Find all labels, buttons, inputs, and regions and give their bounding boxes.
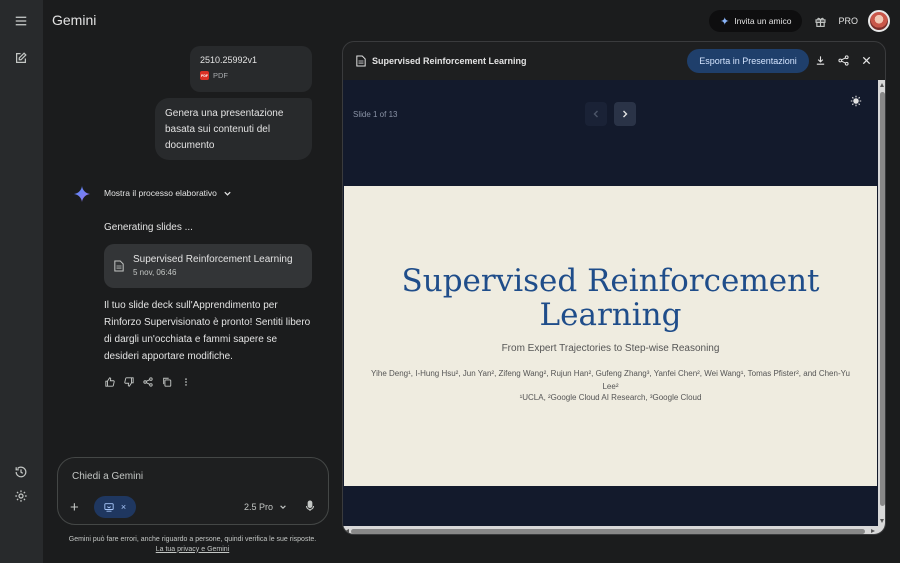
close-icon[interactable] bbox=[860, 54, 873, 67]
previous-slide-button[interactable] bbox=[585, 102, 607, 126]
prompt-input[interactable]: Chiedi a Gemini bbox=[72, 471, 143, 482]
disclaimer-text: Gemini può fare errori, anche riguardo a… bbox=[68, 536, 317, 543]
chevron-right-icon bbox=[623, 110, 628, 118]
slide-counter: Slide 1 of 13 bbox=[353, 110, 398, 119]
slide-deck-card[interactable]: Supervised Reinforcement Learning 5 nov,… bbox=[104, 244, 312, 288]
slide-preview: Supervised Reinforcement Learning From E… bbox=[344, 186, 877, 486]
file-name: 2510.25992v1 bbox=[200, 55, 258, 65]
horizontal-scrollbar[interactable] bbox=[343, 526, 885, 534]
canvas-icon bbox=[104, 503, 114, 512]
assistant-reply: Il tuo slide deck sull'Apprendimento per… bbox=[104, 300, 311, 362]
menu-icon[interactable] bbox=[12, 12, 30, 30]
copy-icon[interactable] bbox=[161, 376, 172, 387]
thumbs-down-icon[interactable] bbox=[123, 376, 134, 387]
invite-friend-button[interactable]: ✦ Invita un amico bbox=[709, 10, 803, 32]
slide-title: Supervised Reinforcement Learning bbox=[401, 263, 820, 333]
slide-subtitle: From Expert Trajectories to Step-wise Re… bbox=[501, 343, 720, 354]
share-icon[interactable] bbox=[837, 54, 850, 67]
chevron-down-icon bbox=[224, 191, 231, 196]
file-type: PDF PDF bbox=[200, 71, 302, 80]
chevron-left-icon bbox=[593, 110, 598, 118]
scroll-up-arrow-icon[interactable] bbox=[880, 83, 884, 87]
document-icon bbox=[114, 260, 124, 272]
panel-title: Supervised Reinforcement Learning bbox=[372, 56, 527, 66]
chevron-down-icon bbox=[280, 505, 286, 509]
left-rail bbox=[0, 0, 43, 563]
invite-label: Invita un amico bbox=[734, 16, 792, 26]
settings-gear-icon[interactable] bbox=[12, 487, 30, 505]
slide-viewer: Slide 1 of 13 Supervised Reinforcement L… bbox=[343, 80, 878, 526]
top-right-actions: ✦ Invita un amico PRO bbox=[709, 10, 890, 32]
model-selector[interactable]: 2.5 Pro bbox=[244, 502, 287, 512]
horizontal-scroll-thumb[interactable] bbox=[351, 528, 865, 534]
vertical-scrollbar[interactable] bbox=[878, 80, 885, 526]
sparkle-icon: ✦ bbox=[720, 15, 730, 28]
thumbs-up-icon[interactable] bbox=[104, 376, 115, 387]
vertical-scroll-thumb[interactable] bbox=[880, 92, 885, 506]
privacy-link[interactable]: La tua privacy e Gemini bbox=[40, 545, 345, 555]
model-label: 2.5 Pro bbox=[244, 502, 274, 512]
show-thinking-toggle[interactable]: Mostra il processo elaborativo bbox=[104, 188, 232, 198]
app-title[interactable]: Gemini bbox=[52, 12, 96, 28]
prompt-composer[interactable]: Chiedi a Gemini + × 2.5 Pro bbox=[57, 457, 329, 525]
gift-icon[interactable] bbox=[812, 13, 828, 29]
activity-icon[interactable] bbox=[12, 463, 30, 481]
add-icon[interactable]: + bbox=[70, 499, 79, 516]
slide-authors: Yihe Deng¹, I-Hung Hsu², Jun Yan², Zifen… bbox=[371, 369, 850, 391]
user-avatar[interactable] bbox=[868, 10, 890, 32]
reply-actions bbox=[104, 376, 191, 387]
download-icon[interactable] bbox=[814, 54, 827, 67]
document-icon bbox=[356, 55, 366, 67]
plan-badge: PRO bbox=[838, 16, 858, 26]
canvas-tool-chip[interactable]: × bbox=[94, 496, 136, 518]
card-title: Supervised Reinforcement Learning bbox=[133, 254, 293, 265]
slide-affiliations: ¹UCLA, ²Google Cloud AI Research, ³Googl… bbox=[519, 393, 702, 402]
pdf-icon: PDF bbox=[200, 71, 209, 80]
attached-file-bubble[interactable]: 2510.25992v1 PDF PDF bbox=[190, 46, 312, 92]
microphone-icon[interactable] bbox=[304, 500, 316, 512]
scroll-down-arrow-icon[interactable] bbox=[880, 519, 884, 523]
panel-header: Supervised Reinforcement Learning Esport… bbox=[343, 42, 885, 80]
gemini-sparkle-icon bbox=[74, 186, 90, 202]
more-options-icon[interactable] bbox=[180, 376, 191, 387]
user-message: Genera una presentazione basata sui cont… bbox=[155, 98, 312, 160]
card-date: 5 nov, 06:46 bbox=[133, 268, 177, 277]
next-slide-button[interactable] bbox=[614, 102, 636, 126]
theme-toggle-icon[interactable] bbox=[850, 95, 862, 107]
disclaimer: Gemini può fare errori, anche riguardo a… bbox=[40, 535, 345, 554]
file-type-label: PDF bbox=[213, 71, 228, 80]
generating-status: Generating slides ... bbox=[104, 222, 193, 233]
slides-panel: Supervised Reinforcement Learning Esport… bbox=[342, 41, 886, 535]
chip-close-icon[interactable]: × bbox=[121, 502, 126, 512]
export-to-slides-button[interactable]: Esporta in Presentazioni bbox=[687, 49, 809, 73]
scroll-left-arrow-icon[interactable] bbox=[345, 528, 349, 533]
process-label: Mostra il processo elaborativo bbox=[104, 188, 217, 198]
new-chat-icon[interactable] bbox=[12, 49, 30, 67]
scroll-right-arrow-icon[interactable] bbox=[871, 528, 875, 533]
share-icon[interactable] bbox=[142, 376, 153, 387]
